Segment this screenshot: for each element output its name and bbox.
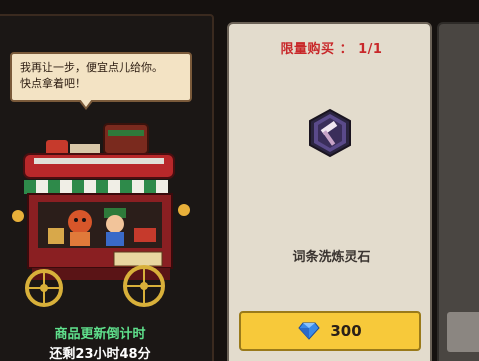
item-name: 词条洗炼灵石 [292,250,371,265]
cart-awning [24,180,168,194]
next-product-card[interactable] [437,22,479,361]
merchant-speech-bubble: 我再让一步，便宜点儿给你。 快点拿着吧！ [10,52,192,102]
buy-button[interactable]: 300 [239,311,421,351]
price-label: 300 [330,322,362,340]
merchant-cart-illustration [12,123,190,307]
countdown-title: 商品更新倒计时 [54,327,146,342]
countdown-value: 还剩23小时48分 [49,347,151,361]
purchase-limit-label: 限量购买 ： 1/1 [280,42,383,57]
blue-gem-icon [298,322,321,340]
gem-hammer-icon [309,108,351,158]
next-card-buy-button[interactable] [447,312,479,352]
speech-bubble-tail-inner [80,99,92,107]
product-card[interactable]: 限量购买 ： 1/1 词条洗炼灵石 300 [227,22,432,361]
